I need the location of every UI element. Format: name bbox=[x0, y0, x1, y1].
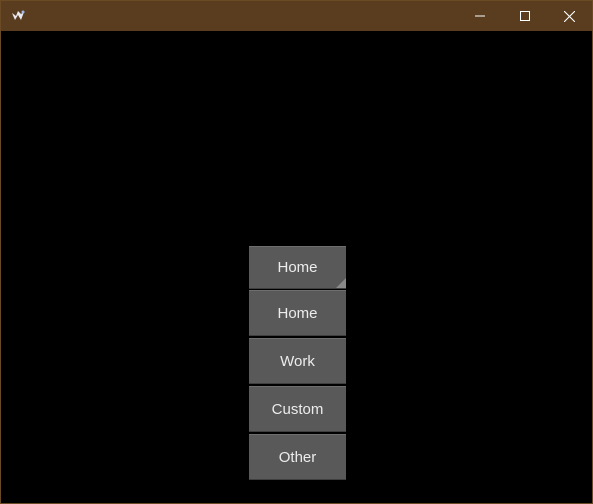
dropdown-option-other[interactable]: Other bbox=[249, 434, 346, 480]
dropdown-option-label: Home bbox=[277, 304, 318, 322]
minimize-icon bbox=[474, 15, 485, 17]
dropdown-option-label: Work bbox=[280, 352, 315, 370]
dropdown-corner-indicator bbox=[336, 278, 346, 288]
dropdown-option-label: Custom bbox=[271, 400, 324, 418]
dropdown-option-work[interactable]: Work bbox=[249, 338, 346, 384]
dropdown-main-label: Home bbox=[277, 259, 318, 276]
dropdown-option-custom[interactable]: Custom bbox=[249, 386, 346, 432]
title-bar[interactable] bbox=[1, 1, 592, 31]
minimize-button[interactable] bbox=[457, 1, 502, 31]
maximize-icon bbox=[519, 11, 530, 21]
dropdown-main-button[interactable]: Home bbox=[249, 246, 346, 289]
app-canvas: Home Home Work Custom Other bbox=[1, 31, 592, 503]
kivy-app-icon bbox=[12, 10, 25, 20]
dropdown-option-home[interactable]: Home bbox=[249, 290, 346, 336]
app-window: Home Home Work Custom Other bbox=[0, 0, 593, 504]
close-button[interactable] bbox=[547, 1, 592, 31]
maximize-button[interactable] bbox=[502, 1, 547, 31]
dropdown-option-label: Other bbox=[278, 448, 317, 466]
close-icon bbox=[564, 10, 575, 22]
